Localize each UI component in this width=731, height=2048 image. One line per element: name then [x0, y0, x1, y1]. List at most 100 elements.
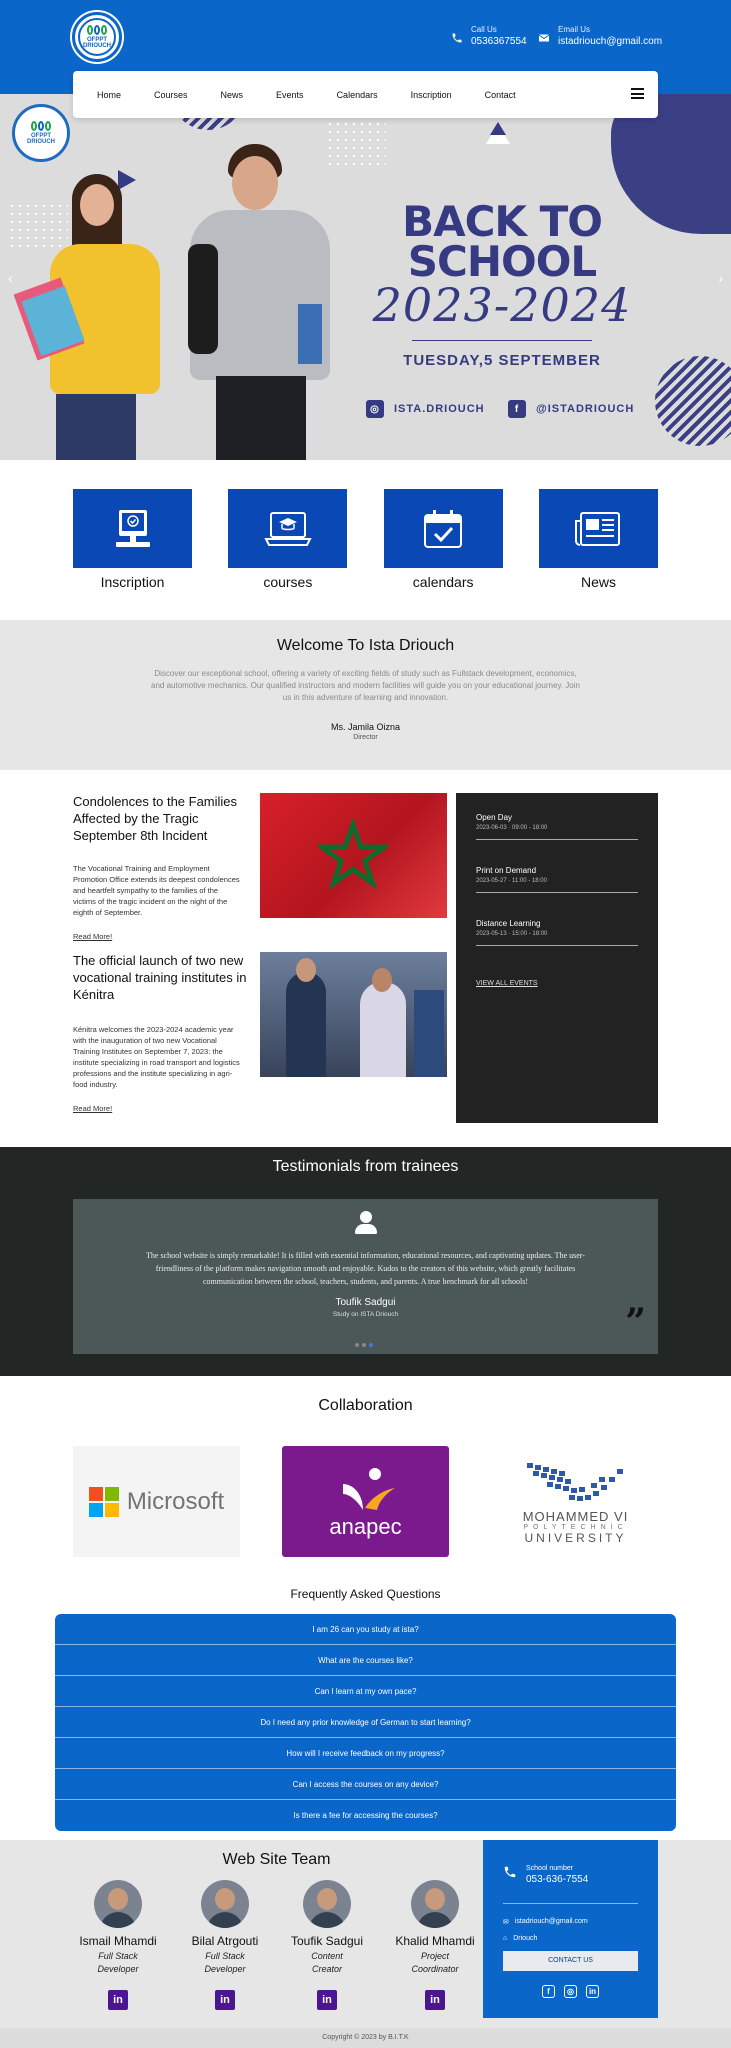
footer-location: ⌂ Driouch: [503, 1935, 638, 1942]
member-role: Full Stack Developer: [175, 1950, 275, 1976]
faq-item[interactable]: I am 26 can you study at ista?: [55, 1614, 676, 1645]
hero-title-line2: SCHOOL: [407, 237, 597, 286]
linkedin-icon[interactable]: in: [108, 1990, 128, 2010]
student-boy-image: [170, 144, 360, 460]
testimonial-card: The school website is simply remarkable!…: [73, 1199, 658, 1354]
team-member: Bilal Atrgouti Full Stack Developer in: [175, 1880, 275, 2010]
member-name: Khalid Mhamdi: [395, 1934, 475, 1948]
linkedin-icon[interactable]: in: [586, 1985, 599, 1998]
faq-item[interactable]: What are the courses like?: [55, 1645, 676, 1676]
phone-icon: [452, 33, 462, 43]
carousel-dots[interactable]: [355, 1343, 373, 1347]
microsoft-wordmark: Microsoft: [126, 1487, 225, 1515]
footer-phone[interactable]: School number 053-636-7554: [503, 1865, 638, 1885]
faq-item[interactable]: Is there a fee for accessing the courses…: [55, 1800, 676, 1831]
footer-location-text: Driouch: [513, 1935, 538, 1942]
morocco-flag-image: [260, 793, 447, 918]
quick-link-label: Inscription: [100, 574, 165, 590]
member-role-line2: Developer: [204, 1964, 246, 1974]
site-logo[interactable]: OFPPT DRIOUCH: [72, 12, 122, 62]
hero-title-line1: BACK TO: [402, 197, 603, 246]
hero-date: TUESDAY,5 SEPTEMBER: [403, 352, 601, 369]
partner-anapec[interactable]: anapec: [282, 1446, 449, 1557]
home-icon: ⌂: [503, 1935, 508, 1942]
anapec-logo-icon: [342, 1467, 395, 1510]
event-date: 2023-05-27 · 11:00 - 18:00: [476, 878, 547, 884]
nav-courses[interactable]: Courses: [154, 90, 188, 100]
member-role: Project Coordinator: [385, 1950, 485, 1976]
nav-inscription[interactable]: Inscription: [411, 90, 452, 100]
hero-facebook[interactable]: f @ISTADRIOUCH: [508, 400, 634, 418]
inauguration-photo: [260, 952, 447, 1077]
hero-logo: OFPPT DRIOUCH: [12, 104, 70, 162]
phone-number: 0536367554: [471, 36, 527, 47]
event-item[interactable]: Open Day 2023-06-03 · 09:00 - 18:00: [476, 813, 638, 840]
read-more-link[interactable]: Read More!: [73, 1104, 112, 1113]
contact-phone[interactable]: Call Us 0536367554: [451, 25, 527, 47]
welcome-title: Welcome To Ista Driouch: [276, 637, 455, 654]
view-all-events-link[interactable]: VIEW ALL EVENTS: [476, 980, 538, 987]
copyright: Copyright © 2023 by B.I.T.K: [0, 2028, 731, 2048]
quick-link-news[interactable]: News: [538, 489, 658, 590]
nav-calendars[interactable]: Calendars: [337, 90, 378, 100]
faq-item[interactable]: Can I learn at my own pace?: [55, 1676, 676, 1707]
nav-events[interactable]: Events: [276, 90, 304, 100]
member-role: Full Stack Developer: [68, 1950, 168, 1976]
partner-um6p[interactable]: MOHAMMED VI POLYTECHNIC UNIVERSITY: [492, 1446, 659, 1557]
laptop-graduation-icon: [264, 511, 312, 546]
team-member: Khalid Mhamdi Project Coordinator in: [385, 1880, 485, 2010]
testimonials-title: Testimonials from trainees: [272, 1158, 459, 1175]
anapec-wordmark: anapec: [329, 1513, 402, 1539]
hero-year: 2023-2024: [372, 278, 632, 332]
hamburger-icon[interactable]: [631, 88, 644, 99]
quick-link-courses[interactable]: courses: [228, 489, 348, 590]
avatar: [201, 1880, 249, 1928]
news-title[interactable]: Condolences to the Families Affected by …: [73, 793, 258, 844]
event-item[interactable]: Distance Learning 2023-05-13 · 15:00 - 1…: [476, 919, 638, 946]
read-more-link[interactable]: Read More!: [73, 932, 112, 941]
member-role-line2: Creator: [311, 1964, 342, 1974]
hero-instagram[interactable]: ◎ ISTA.DRIOUCH: [366, 400, 485, 418]
team-title: Web Site Team: [222, 1851, 331, 1868]
facebook-icon[interactable]: f: [542, 1985, 555, 1998]
nav-contact[interactable]: Contact: [485, 90, 516, 100]
news-title[interactable]: The official launch of two new vocationa…: [73, 952, 258, 1003]
nav-home[interactable]: Home: [97, 90, 121, 100]
quick-link-inscription[interactable]: Inscription: [73, 489, 192, 590]
faq-item[interactable]: Can I access the courses on any device?: [55, 1769, 676, 1800]
partner-microsoft[interactable]: Microsoft: [73, 1446, 240, 1557]
avatar: [411, 1880, 459, 1928]
quick-link-label: calendars: [412, 574, 474, 590]
faq-item[interactable]: Do I need any prior knowledge of German …: [55, 1707, 676, 1738]
um6p-logo-icon: [526, 1462, 623, 1501]
faq-title: Frequently Asked Questions: [290, 1587, 441, 1601]
newspaper-icon: [575, 511, 621, 546]
hero-next-arrow[interactable]: ›: [718, 270, 723, 286]
contact-email[interactable]: Email Us istadriouch@gmail.com: [538, 25, 662, 47]
quick-link-calendars[interactable]: calendars: [383, 489, 503, 590]
footer-contact-box: School number 053-636-7554 ✉ istadriouch…: [483, 1840, 658, 2018]
linkedin-icon[interactable]: in: [425, 1990, 445, 2010]
instagram-handle: ISTA.DRIOUCH: [394, 403, 485, 415]
testimonial-role: Study on ISTA Driouch: [332, 1311, 399, 1318]
quick-link-label: courses: [263, 574, 313, 590]
member-name: Bilal Atrgouti: [191, 1934, 259, 1948]
event-title: Open Day: [476, 813, 513, 822]
linkedin-icon[interactable]: in: [317, 1990, 337, 2010]
contact-us-button[interactable]: CONTACT US: [503, 1951, 638, 1971]
faq-item[interactable]: How will I receive feedback on my progre…: [55, 1738, 676, 1769]
footer-email[interactable]: ✉ istadriouch@gmail.com: [503, 1918, 638, 1926]
phone-icon: [504, 1866, 516, 1878]
event-item[interactable]: Print on Demand 2023-05-27 · 11:00 - 18:…: [476, 866, 638, 893]
quick-link-label: News: [580, 574, 616, 590]
nav-news[interactable]: News: [221, 90, 244, 100]
linkedin-icon[interactable]: in: [215, 1990, 235, 2010]
event-date: 2023-05-13 · 15:00 - 18:00: [476, 931, 548, 937]
avatar: [303, 1880, 351, 1928]
hero-prev-arrow[interactable]: ‹: [8, 270, 13, 286]
hero-divider: [412, 340, 592, 341]
event-date: 2023-06-03 · 09:00 - 18:00: [476, 825, 548, 831]
collaboration-title: Collaboration: [318, 1397, 413, 1414]
news-text: The Vocational Training and Employment P…: [73, 864, 240, 917]
instagram-icon[interactable]: ◎: [564, 1985, 577, 1998]
